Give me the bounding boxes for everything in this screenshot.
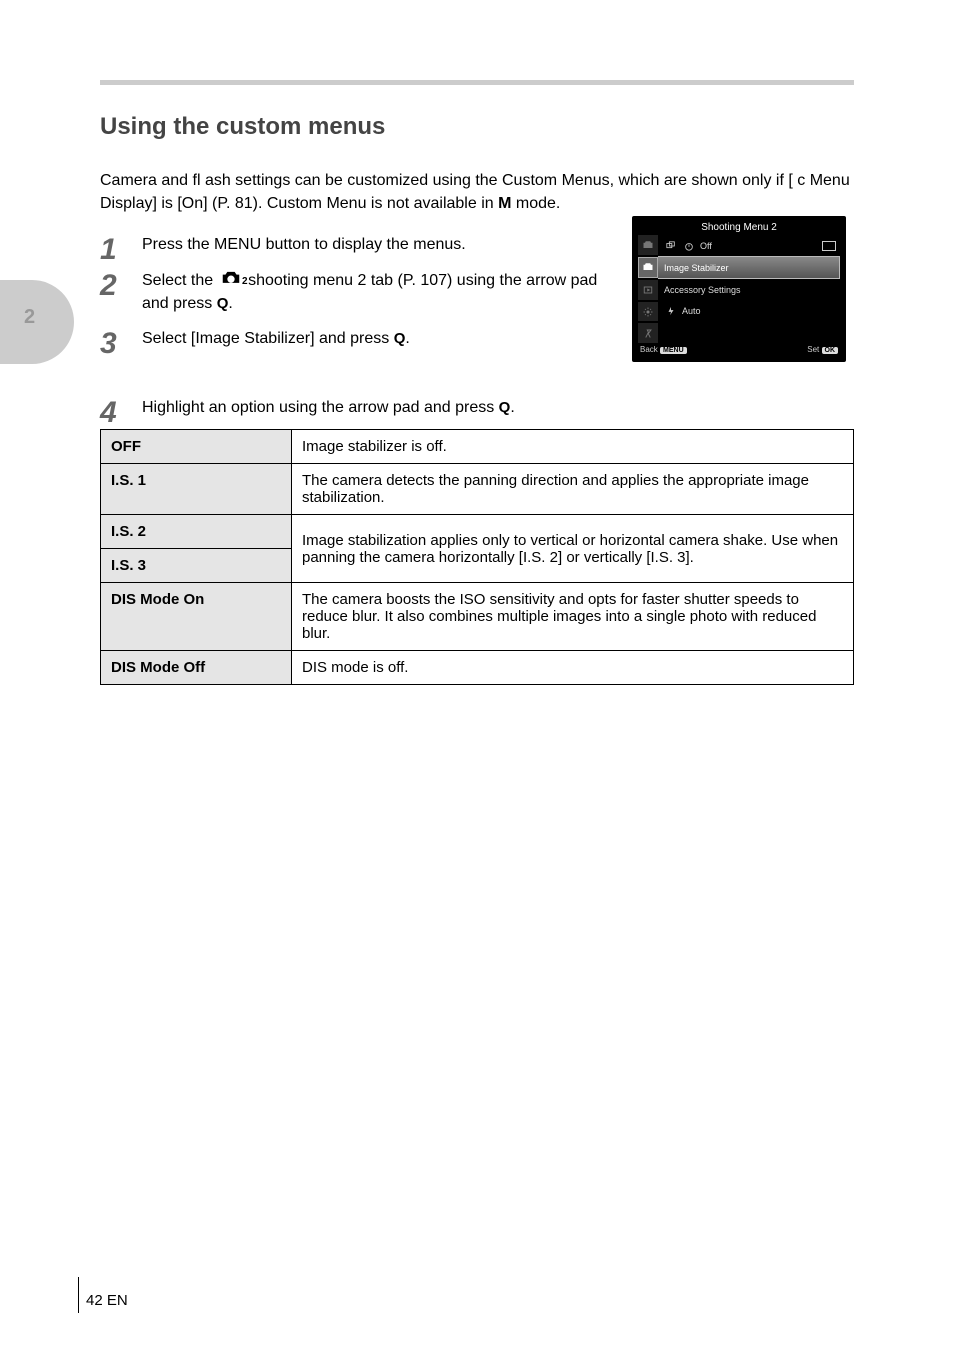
shooting-menu-2-tab-icon [638,257,658,279]
option-is2-header: I.S. 2 [101,515,292,549]
table-row: I.S. 1 The camera detects the panning di… [101,464,854,515]
menu-item-image-stabilizer: Image Stabilizer [658,256,840,279]
option-dis-on-header: DIS Mode On [101,583,292,651]
step-4: 4 Highlight an option using the arrow pa… [100,396,854,419]
shooting-menu-1-tab-icon [638,235,658,255]
menu-item-flash: Auto [658,301,840,322]
step-4-text: Highlight an option using the arrow pad … [142,399,499,416]
step-number-3: 3 [100,327,132,361]
chapter-tab: 2 [0,280,74,364]
option-dis-off-desc: DIS mode is off. [292,651,854,685]
option-is2-is3-desc: Image stabilization applies only to vert… [292,515,854,583]
menu-item-accessory: Accessory Settings [658,279,840,300]
option-off-desc: Image stabilizer is off. [292,430,854,464]
option-off-header: OFF [101,430,292,464]
header-rule [100,80,854,85]
section-title: Using the custom menus [100,113,854,141]
option-is1-desc: The camera detects the panning direction… [292,464,854,515]
chapter-number: 2 [24,306,35,329]
step-number-4: 4 [100,396,132,430]
iauto-mode-glyph: M [498,195,511,212]
ok-button-glyph: Q [499,397,511,419]
menu-item-drive-value: Off [700,241,712,251]
step-number-2: 2 [100,269,132,303]
menu-item-box-icon [822,241,836,251]
ok-button-glyph: Q [217,293,229,315]
intro-paragraph: Camera and fl ash settings can be custom… [100,169,854,215]
option-dis-off-header: DIS Mode Off [101,651,292,685]
table-row: DIS Mode Off DIS mode is off. [101,651,854,685]
camera-screen-title: Shooting Menu 2 [638,222,840,233]
footer-rule [78,1277,79,1313]
menu-item-image-stabilizer-label: Image Stabilizer [664,263,729,273]
menu-item-drive: Off [658,235,840,256]
menu-display-link-glyph: c [797,172,805,189]
table-row: DIS Mode On The camera boosts the ISO se… [101,583,854,651]
sequential-icon [664,241,678,251]
page-number: 42 EN [86,1292,128,1309]
intro-text-1: Camera and fl ash settings can be custom… [100,172,793,189]
option-is1-header: I.S. 1 [101,464,292,515]
intro-text-3: mode. [516,195,560,212]
step-3-text: Select [Image Stabilizer] and press [142,330,394,347]
step-2-text-pre: Select the [142,272,218,289]
playback-tab-icon [638,280,658,300]
flash-icon [664,306,678,316]
self-timer-icon [682,241,696,251]
option-dis-on-desc: The camera boosts the ISO sensitivity an… [292,583,854,651]
shooting-menu-2-icon: 2 [220,268,242,291]
ok-button-glyph: Q [394,328,406,350]
menu-item-flash-value: Auto [682,306,701,316]
step-number-1: 1 [100,233,132,267]
custom-tab-icon [638,302,658,322]
step-3: 3 Select [Image Stabilizer] and press Q. [100,327,854,350]
option-is3-header: I.S. 3 [101,549,292,583]
table-row: OFF Image stabilizer is off. [101,430,854,464]
image-stabilizer-options-table: OFF Image stabilizer is off. I.S. 1 The … [100,429,854,685]
menu-item-accessory-label: Accessory Settings [664,285,741,295]
table-row: I.S. 2 Image stabilization applies only … [101,515,854,549]
